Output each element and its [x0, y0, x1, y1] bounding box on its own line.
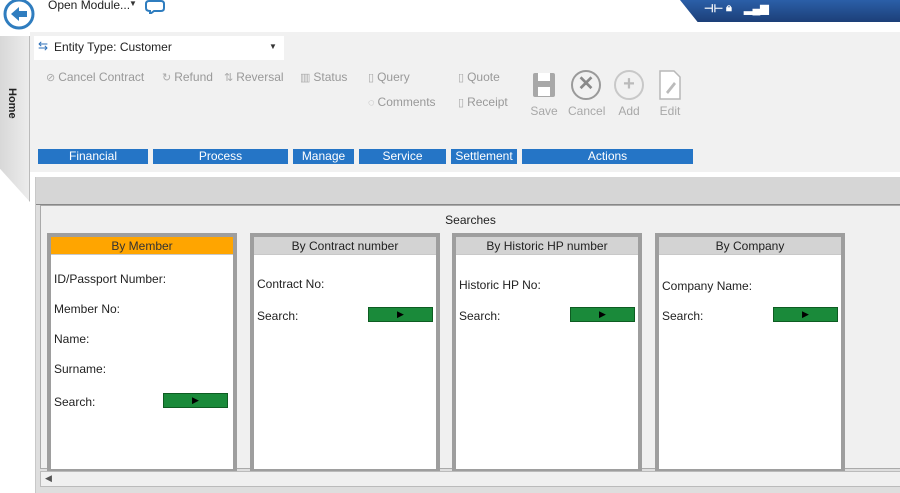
play-icon: ▶ — [397, 309, 404, 319]
search-card-by-historic-hp: By Historic HP number Historic HP No: Se… — [452, 233, 642, 473]
workspace-toolbar — [36, 177, 900, 205]
plus-icon: + — [614, 70, 644, 100]
search-go-button[interactable]: ▶ — [773, 307, 838, 322]
refresh-icon: ↻ — [162, 72, 172, 84]
up-down-arrows-icon: ⇅ — [224, 72, 234, 84]
chevron-down-icon[interactable]: ▼ — [129, 0, 137, 8]
chat-icon[interactable] — [145, 0, 165, 14]
lock-icon[interactable]: 🔒︎ — [726, 2, 732, 15]
comments-button[interactable]: ◌ Comments — [368, 95, 436, 109]
search-go-button[interactable]: ▶ — [570, 307, 635, 322]
edit-button[interactable]: Edit — [652, 70, 688, 118]
name-label: Name: — [54, 332, 90, 346]
company-name-label: Company Name: — [662, 279, 753, 293]
cancel-button[interactable]: ✕ Cancel — [568, 70, 606, 118]
cancel-label: Cancel — [568, 104, 606, 118]
receipt-button[interactable]: ▯ Receipt — [458, 95, 508, 109]
receipt-icon: ▯ — [458, 97, 465, 109]
comment-icon: ◌ — [368, 97, 375, 109]
searches-panel: Searches By Member ID/Passport Number: M… — [40, 205, 900, 473]
scroll-left-icon[interactable]: ◀ — [45, 473, 52, 484]
chevron-down-icon[interactable]: ▼ — [269, 42, 277, 51]
horizontal-scrollbar[interactable]: ◀ — [40, 471, 900, 487]
add-label: Add — [618, 104, 640, 118]
bar-chart-icon: ▥ — [300, 72, 311, 84]
edit-icon — [658, 70, 682, 100]
entity-type-select[interactable]: ⇆ Entity Type: Customer ▼ — [34, 36, 284, 60]
workspace: Searches By Member ID/Passport Number: M… — [35, 177, 900, 493]
search-go-button[interactable]: ▶ — [368, 307, 433, 322]
reversal-button[interactable]: ⇅ Reversal — [224, 70, 284, 84]
surname-label: Surname: — [54, 362, 107, 376]
ribbon-group-service: Service — [359, 149, 446, 164]
sidebar-tab-home[interactable]: Home — [0, 36, 30, 202]
search-label: Search: — [257, 309, 299, 323]
status-label: Status — [313, 70, 348, 84]
contract-no-label: Contract No: — [257, 277, 325, 291]
query-button[interactable]: ▯ Query — [368, 70, 410, 84]
prohibit-icon: ⊘ — [46, 72, 56, 84]
document-icon: ▯ — [368, 72, 375, 84]
tab-by-member[interactable]: By Member — [51, 237, 233, 255]
status-button[interactable]: ▥ Status — [300, 70, 347, 84]
search-card-by-company: By Company Company Name: Search: ▶ — [655, 233, 845, 473]
reversal-label: Reversal — [236, 70, 284, 84]
add-button[interactable]: + Add — [611, 70, 647, 118]
tab-by-historic-hp-number[interactable]: By Historic HP number — [456, 237, 638, 255]
edit-label: Edit — [659, 104, 681, 118]
search-card-by-contract: By Contract number Contract No: Search: … — [250, 233, 440, 473]
tab-by-contract-number[interactable]: By Contract number — [254, 237, 436, 255]
app-logo-icon[interactable] — [2, 0, 36, 30]
save-button[interactable]: Save — [526, 70, 562, 118]
play-icon: ▶ — [192, 395, 199, 405]
ribbon-group-process: Process — [153, 149, 288, 164]
close-icon: ✕ — [571, 70, 601, 100]
ribbon-group-actions: Actions — [522, 149, 693, 164]
refund-label: Refund — [174, 70, 213, 84]
quote-label: Quote — [467, 70, 500, 84]
open-module-menu[interactable]: Open Module... — [48, 0, 130, 12]
ribbon-group-settlement: Settlement — [451, 149, 517, 164]
cancel-contract-label: Cancel Contract — [58, 70, 145, 84]
play-icon: ▶ — [599, 309, 606, 319]
save-icon — [532, 70, 556, 100]
receipt-label: Receipt — [467, 95, 508, 109]
ribbon-group-manage: Manage — [293, 149, 354, 164]
save-label: Save — [530, 104, 558, 118]
query-label: Query — [377, 70, 410, 84]
searches-title: Searches — [445, 213, 496, 227]
ribbon-group-financial: Financial — [38, 149, 148, 164]
member-no-label: Member No: — [54, 302, 121, 316]
sidebar-tab-home-label: Home — [6, 88, 18, 119]
search-label: Search: — [459, 309, 501, 323]
quote-button[interactable]: ▯ Quote — [458, 70, 500, 84]
search-card-by-member: By Member ID/Passport Number: Member No:… — [47, 233, 237, 473]
signal-icon: ▂▄▆ — [744, 3, 769, 15]
search-go-button[interactable]: ▶ — [163, 393, 228, 408]
id-passport-label: ID/Passport Number: — [54, 272, 167, 286]
search-label: Search: — [54, 395, 96, 409]
swap-icon: ⇆ — [38, 39, 49, 53]
cancel-contract-button[interactable]: ⊘ Cancel Contract — [46, 70, 144, 84]
historic-hp-no-label: Historic HP No: — [459, 278, 541, 292]
refund-button[interactable]: ↻ Refund — [162, 70, 213, 84]
entity-type-label: Entity Type: Customer — [54, 40, 172, 54]
status-strip: ⊣⊢ 🔒︎ ▂▄▆ — [680, 0, 900, 22]
pin-icon[interactable]: ⊣⊢ — [704, 2, 723, 15]
tab-by-company[interactable]: By Company — [659, 237, 841, 255]
document-icon: ▯ — [458, 72, 465, 84]
play-icon: ▶ — [802, 309, 809, 319]
comments-label: Comments — [377, 95, 436, 109]
search-label: Search: — [662, 309, 704, 323]
top-bar: Open Module... ▼ ⊣⊢ 🔒︎ ▂▄▆ — [0, 0, 900, 32]
